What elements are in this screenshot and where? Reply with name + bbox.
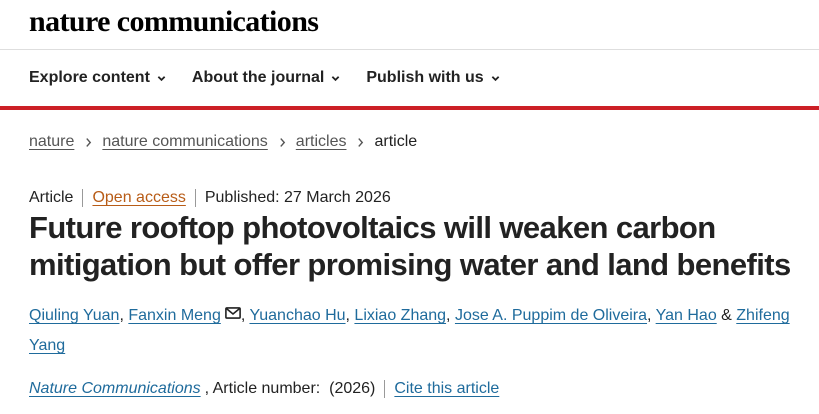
- site-logo[interactable]: nature communications: [29, 2, 319, 42]
- breadcrumb-current: article: [374, 133, 418, 150]
- chevron-right-icon: [86, 137, 92, 147]
- nav-label: Explore content: [29, 69, 150, 86]
- article-title: Future rooftop photovoltaics will weaken…: [29, 210, 791, 282]
- main-nav: Explore content About the journal Publis…: [29, 66, 500, 90]
- nav-about-the-journal[interactable]: About the journal: [192, 66, 340, 90]
- article-type: Article: [29, 189, 74, 206]
- meta-divider: [82, 189, 84, 207]
- meta-divider: [384, 380, 386, 398]
- nav-label: About the journal: [191, 69, 325, 86]
- author-link[interactable]: Lixiao Zhang: [354, 307, 446, 324]
- author-link[interactable]: Fanxin Meng: [128, 307, 221, 324]
- author-separator: ,: [647, 307, 656, 324]
- nav-explore-content[interactable]: Explore content: [29, 66, 166, 90]
- author-separator: ,: [119, 307, 129, 324]
- author-list: Qiuling Yuan, Fanxin Meng, Yuanchao Hu, …: [29, 301, 809, 361]
- cite-this-article-link[interactable]: Cite this article: [394, 378, 499, 400]
- nav-publish-with-us[interactable]: Publish with us: [366, 66, 499, 90]
- author-separator-and: &: [716, 307, 737, 324]
- published-date: Published: 27 March 2026: [204, 189, 391, 206]
- brand-accent-bar: [0, 106, 819, 110]
- nav-label: Publish with us: [366, 69, 484, 86]
- chevron-right-icon: [358, 137, 364, 147]
- mail-icon[interactable]: [224, 307, 241, 319]
- open-access-link[interactable]: Open access: [92, 187, 185, 209]
- breadcrumb-link-nature[interactable]: nature: [29, 131, 74, 153]
- breadcrumb: nature nature communications articles ar…: [29, 131, 417, 153]
- header-divider: [0, 49, 819, 50]
- journal-link[interactable]: Nature Communications: [29, 378, 201, 400]
- breadcrumb-link-nature-communications[interactable]: nature communications: [102, 131, 267, 153]
- citation-line: Nature Communications , Article number: …: [29, 378, 499, 400]
- article-meta: Article Open access Published: 27 March …: [29, 187, 391, 209]
- chevron-right-icon: [280, 137, 285, 147]
- chevron-down-icon: [491, 75, 499, 81]
- author-separator: ,: [446, 307, 455, 324]
- author-link[interactable]: Qiuling Yuan: [29, 307, 119, 324]
- meta-divider: [194, 189, 196, 207]
- chevron-down-icon: [157, 75, 166, 81]
- author-link[interactable]: Yuanchao Hu: [249, 307, 345, 324]
- article-number: , Article number: (2026): [204, 380, 376, 397]
- chevron-down-icon: [332, 75, 340, 81]
- author-link[interactable]: Jose A. Puppim de Oliveira: [455, 307, 647, 324]
- author-link[interactable]: Yan Hao: [656, 307, 717, 324]
- breadcrumb-link-articles[interactable]: articles: [296, 131, 347, 153]
